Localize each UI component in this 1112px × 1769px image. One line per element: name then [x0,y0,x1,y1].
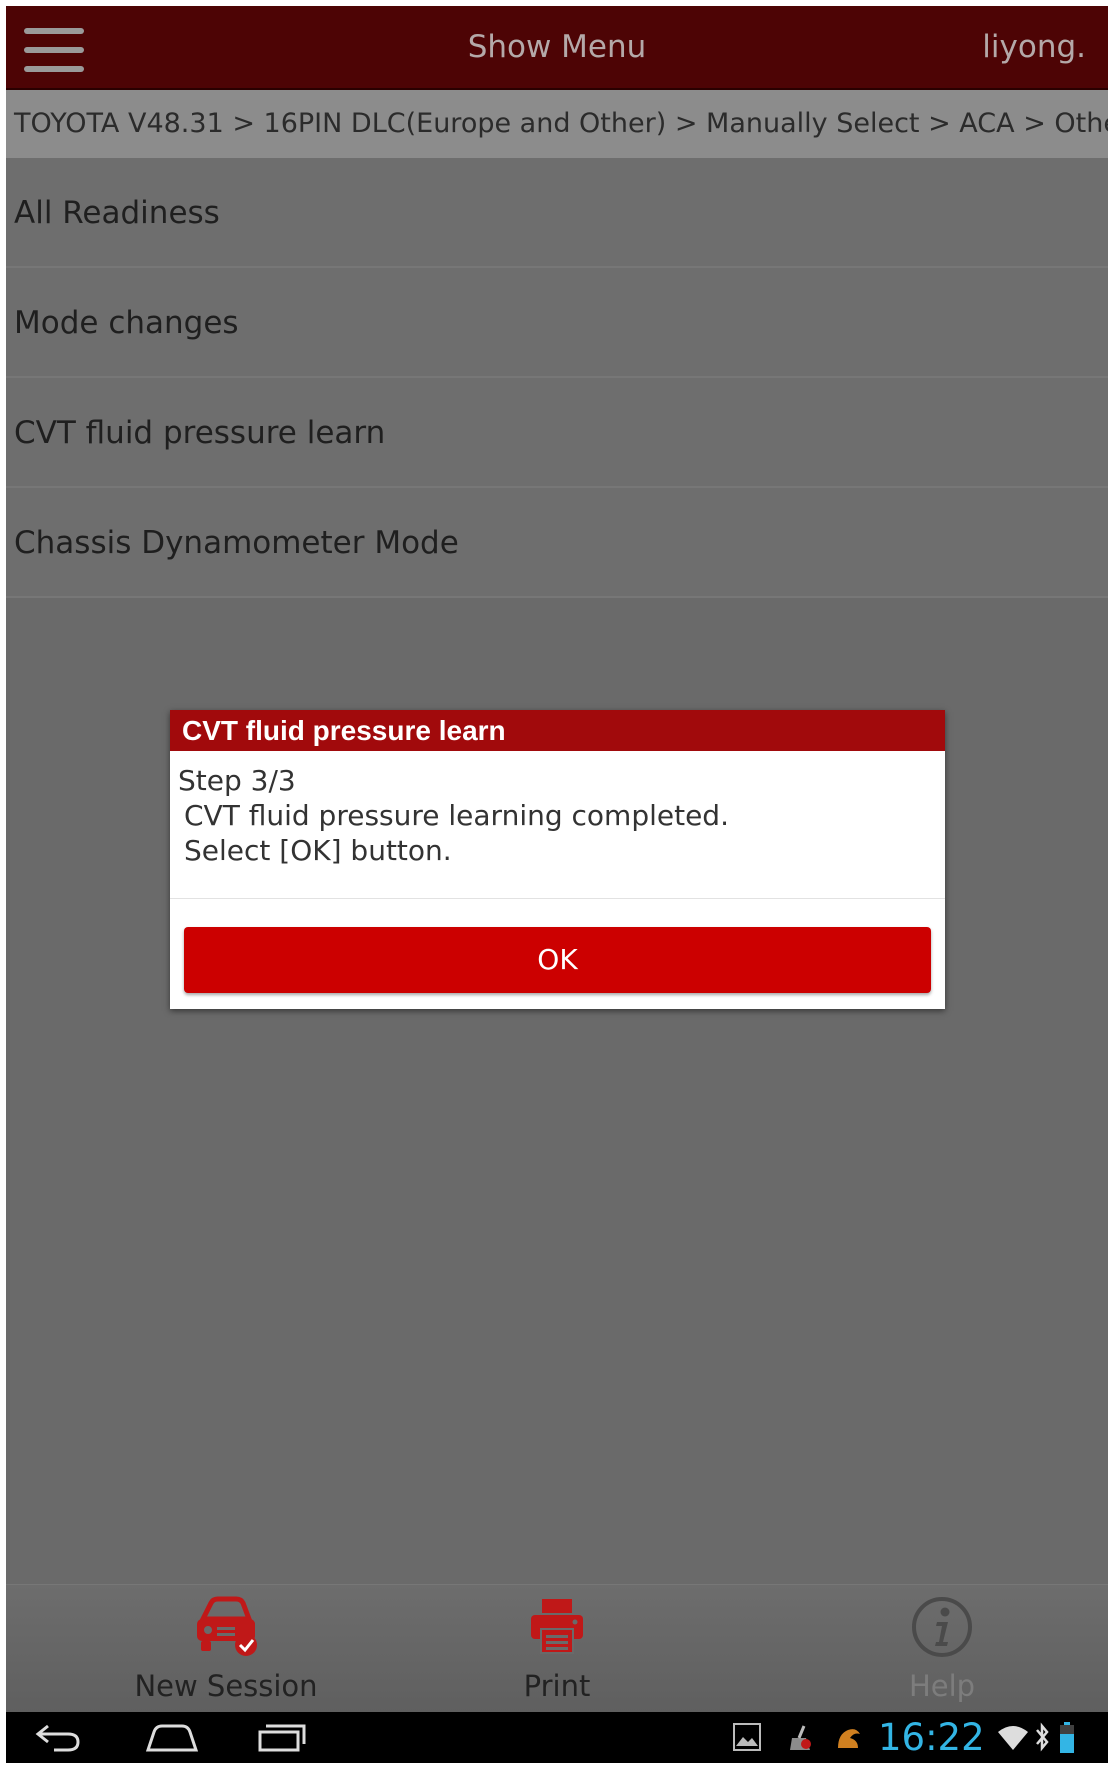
cleaner-icon [784,1722,814,1756]
menu-item-chassis-dynamometer-mode[interactable]: Chassis Dynamometer Mode [6,488,1108,598]
recent-apps-icon[interactable] [256,1720,308,1758]
dialog-message-line2: Select [OK] button. [184,834,452,867]
help-button[interactable]: Help [812,1585,1072,1713]
back-icon[interactable] [34,1720,84,1758]
dialog-body: Step 3/3 CVT fluid pressure learning com… [170,751,945,899]
wifi-icon [996,1722,1030,1756]
dialog-message-line1: CVT fluid pressure learning completed. [184,799,729,832]
user-name: liyong. [982,29,1086,65]
ok-button[interactable]: OK [184,927,931,993]
car-check-icon [96,1595,356,1665]
message-dialog: CVT fluid pressure learn Step 3/3 CVT fl… [170,710,945,1009]
top-bar: Show Menu liyong. [6,6,1108,90]
menu-item-cvt-fluid-pressure-learn[interactable]: CVT fluid pressure learn [6,378,1108,488]
app-frame: Show Menu liyong. TOYOTA V48.31 > 16PIN … [6,6,1108,1763]
uc-browser-icon [834,1722,864,1756]
bottom-toolbar: New Session Print Help [6,1584,1108,1713]
battery-icon [1058,1722,1076,1758]
printer-icon [427,1595,687,1665]
info-icon [812,1595,1072,1665]
bluetooth-icon [1034,1722,1050,1756]
print-button[interactable]: Print [427,1585,687,1713]
new-session-label: New Session [134,1669,318,1703]
menu-item-all-readiness[interactable]: All Readiness [6,158,1108,268]
print-label: Print [523,1669,591,1703]
help-label: Help [908,1669,976,1703]
dialog-title: CVT fluid pressure learn [170,710,945,751]
page-title[interactable]: Show Menu [6,6,1108,88]
menu-item-mode-changes[interactable]: Mode changes [6,268,1108,378]
system-navigation-bar: 16:22 [6,1712,1108,1763]
dialog-step: Step 3/3 [178,764,296,797]
new-session-button[interactable]: New Session [96,1585,356,1713]
gallery-icon [732,1722,762,1756]
home-icon[interactable] [144,1720,200,1758]
breadcrumb: TOYOTA V48.31 > 16PIN DLC(Europe and Oth… [6,90,1108,158]
clock: 16:22 [878,1716,985,1759]
